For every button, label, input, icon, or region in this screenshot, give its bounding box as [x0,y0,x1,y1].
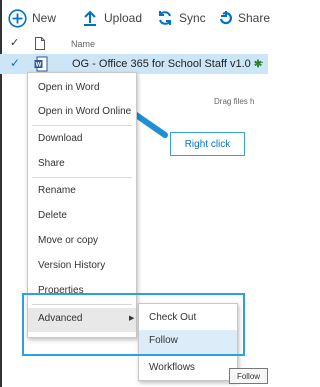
upload-label: Upload [104,11,143,25]
menu-item-version-history[interactable]: Version History [38,260,105,271]
submenu-item-workflows[interactable]: Workflows [149,362,195,373]
upload-arrow-icon [83,10,97,26]
file-name-text: OG - Office 365 for School Staff v1.0 [72,58,251,70]
menu-item-open-in-word[interactable]: Open in Word [38,82,100,93]
row-checkbox[interactable]: ✓ [10,56,20,70]
list-header: ✓ Name [0,34,268,54]
menu-item-move-or-copy[interactable]: Move or copy [38,235,98,246]
right-click-callout: Right click [170,132,245,156]
name-column-header[interactable]: Name [71,39,95,49]
menu-item-download[interactable]: Download [38,133,82,144]
sync-button[interactable]: Sync [157,5,206,31]
plus-circle-icon [8,8,27,28]
file-type-icon [35,37,45,50]
sync-icon [157,10,173,26]
sync-label: Sync [179,11,206,25]
svg-text:W: W [36,63,42,69]
new-button[interactable]: New [8,5,56,31]
table-row[interactable]: ✓ W OG - Office 365 for School Staff v1.… [0,54,268,74]
menu-separator [32,177,132,178]
menu-item-open-in-word-online[interactable]: Open in Word Online [38,106,131,117]
highlight-outline [22,293,245,356]
callout-label: Right click [184,138,231,150]
follow-tooltip: Follow [229,368,268,384]
tooltip-text: Follow [236,371,261,381]
file-name-link[interactable]: OG - Office 365 for School Staff v1.0 ✱ [72,58,262,70]
share-label: Share [238,11,271,25]
menu-item-share[interactable]: Share [38,158,65,169]
new-label: New [32,11,57,25]
share-button[interactable]: Share [218,5,270,31]
share-icon [218,10,234,26]
menu-item-delete[interactable]: Delete [38,210,67,221]
menu-item-rename[interactable]: Rename [38,185,76,196]
menu-separator [32,125,132,126]
word-document-icon: W [34,56,48,72]
select-all-checkbox[interactable]: ✓ [10,36,19,49]
upload-button[interactable]: Upload [83,5,142,31]
more-options-button[interactable]: ··· [254,57,264,68]
drag-files-hint: Drag files h [214,97,255,106]
